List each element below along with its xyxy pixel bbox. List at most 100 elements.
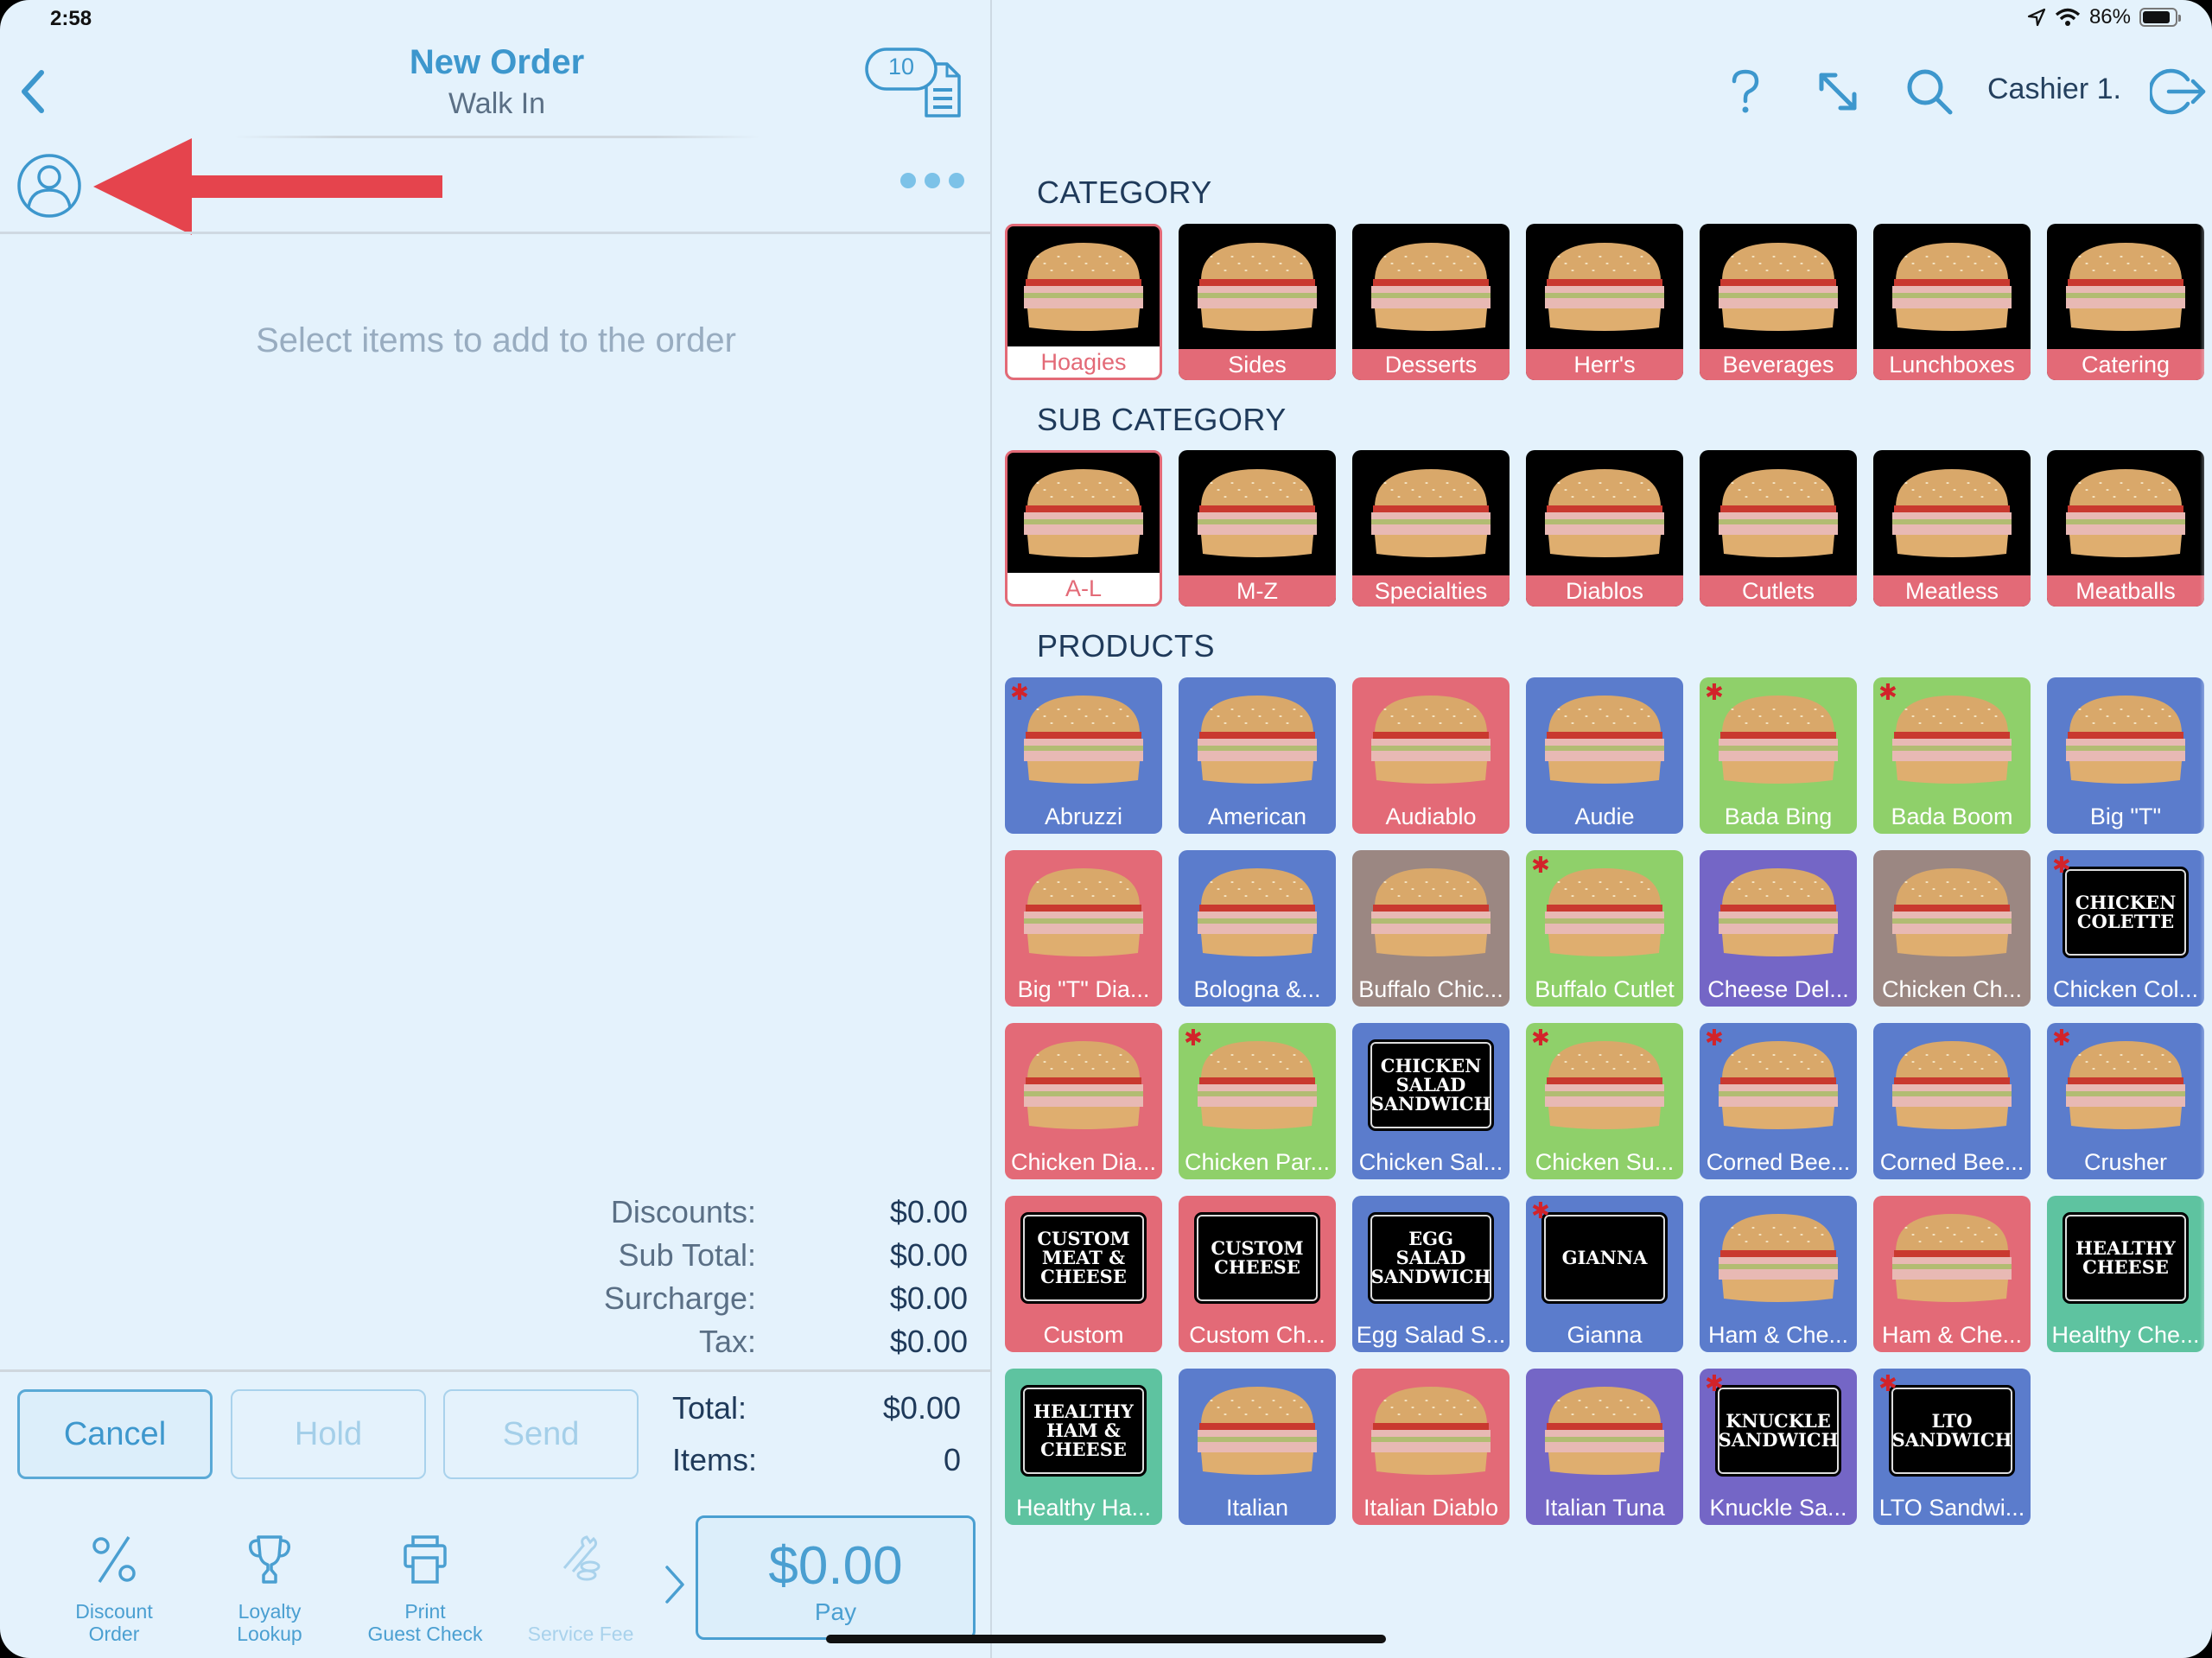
category-tile[interactable]: Sides [1179, 224, 1336, 380]
product-tile[interactable]: LTO SANDWICH ✱ LTO Sandwi... [1873, 1369, 2031, 1525]
total-label: Total: [672, 1390, 747, 1426]
product-tile[interactable]: ✱ Bada Bing [1700, 677, 1857, 834]
pay-button[interactable]: $0.00 Pay [696, 1515, 976, 1640]
product-tile[interactable]: HEALTHY HAM & CHEESE Healthy Ha... [1005, 1369, 1162, 1525]
product-tile[interactable]: Chicken Dia... [1005, 1023, 1162, 1179]
product-sign-image: CUSTOM MEAT & CHEESE [1020, 1211, 1147, 1304]
subcategory-tile[interactable]: Meatballs [2047, 450, 2204, 607]
surcharge-value: $0.00 [889, 1280, 968, 1316]
logout-button[interactable] [2150, 67, 2207, 116]
product-label: Corned Bee... [1879, 1149, 2024, 1175]
product-tile[interactable]: CUSTOM MEAT & CHEESE Custom [1005, 1196, 1162, 1352]
discount-order-button[interactable]: Discount Order [49, 1529, 179, 1645]
subcategory-tile[interactable]: M-Z [1179, 450, 1336, 607]
product-tile[interactable]: CHICKEN COLETTE ✱ Chicken Col... [2047, 850, 2204, 1007]
more-dot-icon [900, 173, 916, 188]
product-tile[interactable]: Corned Bee... [1873, 1023, 2031, 1179]
product-tile[interactable]: Big "T" Dia... [1005, 850, 1162, 1007]
category-image [1352, 224, 1510, 349]
more-actions-chevron-icon[interactable] [664, 1564, 686, 1605]
product-image [1352, 1369, 1510, 1492]
category-tile[interactable]: Catering [2047, 224, 2204, 380]
product-tile[interactable]: Ham & Che... [1873, 1196, 2031, 1352]
product-tile[interactable]: Ham & Che... [1700, 1196, 1857, 1352]
category-label: Lunchboxes [1873, 349, 2031, 380]
product-image [1526, 677, 1683, 801]
subcategory-tile[interactable]: A-L [1005, 450, 1162, 607]
product-sign-image: HEALTHY HAM & CHEESE [1020, 1384, 1147, 1477]
divider [0, 1369, 992, 1372]
category-image [1179, 224, 1336, 349]
fullscreen-button[interactable] [1815, 67, 1861, 116]
open-orders-button[interactable]: 10 [864, 47, 971, 119]
product-tile[interactable]: Italian Tuna [1526, 1369, 1683, 1525]
loyalty-lookup-button[interactable]: Loyalty Lookup [205, 1529, 334, 1645]
product-label: Healthy Che... [2051, 1322, 2200, 1348]
product-label: Buffalo Chic... [1358, 976, 1503, 1002]
product-tile[interactable]: Italian Diablo [1352, 1369, 1510, 1525]
print-guest-check-button[interactable]: Print Guest Check [360, 1529, 490, 1645]
home-indicator[interactable] [826, 1635, 1386, 1643]
sandwich-image [1371, 1386, 1491, 1475]
category-tile[interactable]: Beverages [1700, 224, 1857, 380]
product-tile[interactable]: Audie [1526, 677, 1683, 834]
product-tile[interactable]: ✱ Chicken Par... [1179, 1023, 1336, 1179]
sandwich-image [2066, 242, 2185, 331]
pay-amount: $0.00 [768, 1536, 903, 1596]
product-image [1179, 677, 1336, 801]
search-button[interactable] [1905, 67, 1954, 116]
wifi-icon [2055, 8, 2081, 26]
hold-button[interactable]: Hold [231, 1389, 426, 1479]
product-tile[interactable]: ✱ Corned Bee... [1700, 1023, 1857, 1179]
customer-button[interactable] [16, 152, 83, 219]
product-tile[interactable]: Cheese Del... [1700, 850, 1857, 1007]
product-tile[interactable]: Chicken Ch... [1873, 850, 2031, 1007]
product-tile[interactable]: American [1179, 677, 1336, 834]
category-tile[interactable]: Lunchboxes [1873, 224, 2031, 380]
back-button[interactable] [16, 67, 50, 116]
product-tile[interactable]: ✱ Abruzzi [1005, 677, 1162, 834]
category-tile[interactable]: Desserts [1352, 224, 1510, 380]
product-image [1873, 1196, 2031, 1319]
product-tile[interactable]: ✱ Crusher [2047, 1023, 2204, 1179]
subcategory-tile[interactable]: Cutlets [1700, 450, 1857, 607]
required-modifier-asterisk-icon: ✱ [1878, 1370, 1897, 1396]
product-label: Knuckle Sa... [1709, 1495, 1847, 1521]
product-tile[interactable]: ✱ Bada Boom [1873, 677, 2031, 834]
help-button[interactable] [1728, 67, 1763, 116]
product-tile[interactable]: ✱ Chicken Su... [1526, 1023, 1683, 1179]
order-title: New Order [409, 43, 585, 81]
category-tile[interactable]: Hoagies [1005, 224, 1162, 380]
product-label: Italian Diablo [1363, 1495, 1499, 1521]
order-type[interactable]: Walk In [259, 87, 734, 121]
product-tile[interactable]: Big "T" [2047, 677, 2204, 834]
service-fee-button[interactable]: Service Fee [516, 1529, 645, 1645]
product-tile[interactable]: CHICKEN SALAD SANDWICH Chicken Sal... [1352, 1023, 1510, 1179]
subcategory-tile[interactable]: Diablos [1526, 450, 1683, 607]
subcategory-tile[interactable]: Meatless [1873, 450, 2031, 607]
product-image [1352, 677, 1510, 801]
category-tile[interactable]: Herr's [1526, 224, 1683, 380]
product-tile[interactable]: Bologna &... [1179, 850, 1336, 1007]
trophy-icon [248, 1535, 291, 1584]
product-tile[interactable]: GIANNA ✱ Gianna [1526, 1196, 1683, 1352]
send-button[interactable]: Send [443, 1389, 639, 1479]
subcategory-tile[interactable]: Specialties [1352, 450, 1510, 607]
product-tile[interactable]: HEALTHY CHEESE Healthy Che... [2047, 1196, 2204, 1352]
product-tile[interactable]: Audiablo [1352, 677, 1510, 834]
product-tile[interactable]: Italian [1179, 1369, 1336, 1525]
sandwich-image [1371, 695, 1491, 784]
cancel-button[interactable]: Cancel [17, 1389, 213, 1479]
product-tile[interactable]: Buffalo Chic... [1352, 850, 1510, 1007]
product-image [1700, 1196, 1857, 1319]
product-tile[interactable]: KNUCKLE SANDWICH ✱ Knuckle Sa... [1700, 1369, 1857, 1525]
sandwich-image [1545, 242, 1664, 331]
more-options-button[interactable] [900, 173, 964, 188]
category-label: Herr's [1526, 349, 1683, 380]
sandwich-image [1371, 468, 1491, 557]
product-tile[interactable]: CUSTOM CHEESE Custom Ch... [1179, 1196, 1336, 1352]
product-label: Audie [1574, 804, 1635, 829]
product-tile[interactable]: EGG SALAD SANDWICH Egg Salad S... [1352, 1196, 1510, 1352]
products-heading: PRODUCTS [1037, 628, 1216, 664]
product-tile[interactable]: ✱ Buffalo Cutlet [1526, 850, 1683, 1007]
